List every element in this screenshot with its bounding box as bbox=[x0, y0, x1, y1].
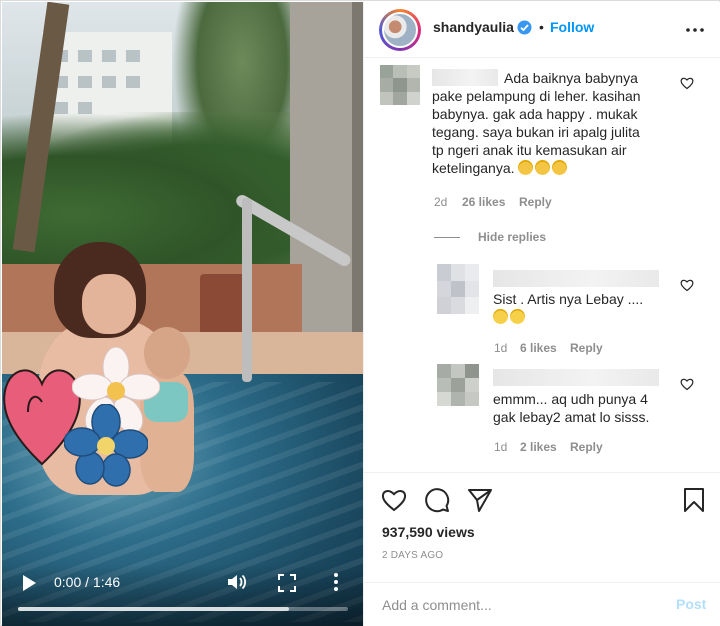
fullscreen-icon[interactable] bbox=[278, 574, 296, 592]
header-separator: • bbox=[539, 19, 544, 35]
laughing-emoji-icon bbox=[493, 309, 508, 324]
comment-likes[interactable]: 26 likes bbox=[462, 195, 505, 209]
reply-age: 1d bbox=[494, 440, 508, 454]
comment-text: Ada baiknya babynya pake pelampung di le… bbox=[432, 70, 641, 176]
blue-flower-sticker bbox=[64, 404, 148, 487]
reply-button[interactable]: Reply bbox=[570, 440, 603, 454]
crying-emoji-icon bbox=[535, 160, 551, 175]
reply-avatar[interactable] bbox=[437, 264, 479, 314]
like-heart-icon[interactable] bbox=[381, 487, 407, 513]
follow-button[interactable]: Follow bbox=[550, 19, 594, 35]
play-icon[interactable] bbox=[20, 574, 38, 592]
add-comment-bar: Post bbox=[364, 582, 720, 626]
post-comment-button[interactable]: Post bbox=[676, 596, 706, 612]
crying-emoji-icon bbox=[552, 160, 568, 175]
like-reply-heart-icon[interactable] bbox=[680, 377, 694, 391]
like-reply-heart-icon[interactable] bbox=[680, 278, 694, 292]
rofl-emoji-icon bbox=[510, 309, 525, 324]
save-bookmark-icon[interactable] bbox=[681, 487, 707, 513]
post-modal: 0:00 / 1:46 shandyaulia • Follow Ada bai… bbox=[0, 0, 720, 626]
volume-icon[interactable] bbox=[226, 572, 248, 592]
video-timestamp: 0:00 / 1:46 bbox=[54, 574, 121, 590]
video-mother-face bbox=[82, 274, 136, 334]
video-progress-fill[interactable] bbox=[18, 607, 289, 611]
reply-age: 1d bbox=[494, 341, 508, 355]
crying-emoji-icon bbox=[518, 160, 534, 175]
post-header: shandyaulia • Follow bbox=[364, 2, 720, 58]
video-rail-post bbox=[242, 198, 252, 382]
reply-button[interactable]: Reply bbox=[519, 195, 552, 209]
hide-replies-button[interactable]: Hide replies bbox=[478, 230, 546, 244]
blurred-username bbox=[493, 369, 659, 386]
share-icon[interactable] bbox=[467, 487, 493, 513]
video-more-icon[interactable] bbox=[332, 572, 340, 592]
reply-avatar[interactable] bbox=[437, 364, 479, 406]
post-date[interactable]: 2 DAYS AGO bbox=[382, 550, 443, 561]
add-comment-input[interactable] bbox=[382, 595, 642, 615]
comments-list[interactable]: Ada baiknya babynya pake pelampung di le… bbox=[364, 59, 720, 469]
commenter-avatar[interactable] bbox=[380, 65, 420, 105]
like-comment-heart-icon[interactable] bbox=[680, 76, 694, 90]
view-count[interactable]: 937,590 views bbox=[382, 524, 475, 540]
reply-likes[interactable]: 2 likes bbox=[520, 440, 557, 454]
video-player[interactable]: 0:00 / 1:46 bbox=[2, 2, 363, 626]
hide-replies-line bbox=[434, 237, 460, 238]
comment-icon[interactable] bbox=[424, 487, 450, 513]
more-options-icon[interactable] bbox=[686, 28, 704, 32]
post-actions: 937,590 views 2 DAYS AGO bbox=[364, 472, 720, 582]
video-pillar-shadow bbox=[352, 2, 363, 342]
avatar[interactable] bbox=[382, 12, 418, 48]
blurred-username bbox=[493, 270, 659, 287]
reply-text: emmm... aq udh punya 4 gak lebay2 amat lo… bbox=[493, 391, 650, 425]
verified-badge-icon bbox=[517, 20, 532, 35]
reply-button[interactable]: Reply bbox=[570, 341, 603, 355]
reply-likes[interactable]: 6 likes bbox=[520, 341, 557, 355]
comment-age: 2d bbox=[434, 195, 448, 209]
reply-text: Sist . Artis nya Lebay .... bbox=[493, 290, 673, 326]
post-side-panel: shandyaulia • Follow Ada baiknya babynya… bbox=[363, 2, 720, 626]
username-link[interactable]: shandyaulia bbox=[433, 19, 514, 35]
